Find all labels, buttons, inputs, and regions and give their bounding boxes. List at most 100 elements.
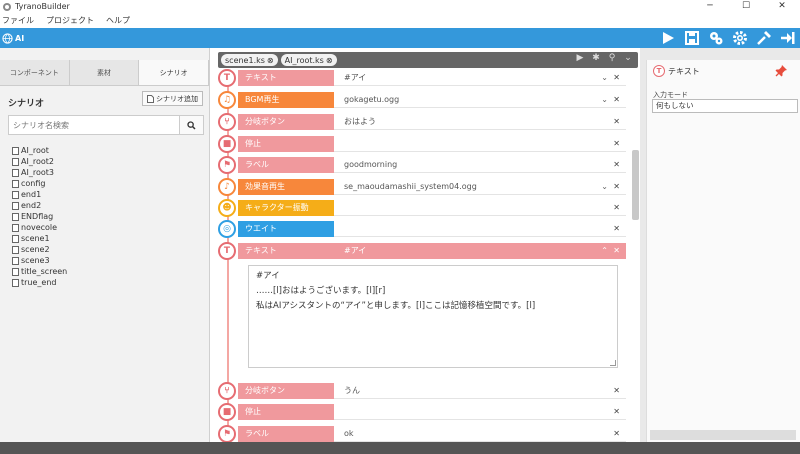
component-value[interactable]: #アイ [334,243,626,259]
component-row-stop[interactable]: ■ 停止 ✕ [218,403,626,421]
file-item[interactable]: AI_root2 [12,156,67,167]
file-name: AI_root3 [21,168,54,177]
menu-file[interactable]: ファイル [2,15,34,26]
component-value[interactable] [334,136,626,152]
input-mode-select[interactable]: 何もしない [652,99,798,113]
component-value[interactable]: おはよう [334,114,626,130]
component-value[interactable] [334,221,626,237]
delete-icon[interactable]: ✕ [613,136,620,152]
tab-components[interactable]: コンポーネント [0,60,70,85]
search-icon[interactable]: ⚲ [606,53,618,63]
maximize-button[interactable]: ☐ [728,0,764,13]
component-value[interactable]: ok [334,426,626,442]
component-value[interactable] [334,404,626,420]
file-icon [12,234,19,243]
close-tab-icon[interactable]: ⊗ [326,56,333,65]
resize-handle[interactable] [610,360,616,366]
file-item[interactable]: end1 [12,189,67,200]
component-row-character-shake[interactable]: ☻ キャラクター振動 ✕ [218,199,626,217]
file-name: AI_root [21,146,49,155]
app-icon [3,2,11,11]
delete-icon[interactable]: ✕ [613,92,620,108]
chevron-down-icon[interactable]: ⌄ [601,92,608,108]
file-item[interactable]: true_end [12,277,67,288]
build-tools-icon[interactable] [756,30,772,46]
wait-icon: ◎ [218,220,236,238]
component-value[interactable]: se_maoudamashii_system04.ogg [334,179,626,195]
text-editor-area[interactable]: #アイ ……[l]おはようございます。[l][r] 私はAIアシスタントの“アイ… [248,265,618,368]
component-row-text[interactable]: T テキスト #アイ ⌄ ✕ [218,69,626,87]
play-icon[interactable] [660,30,676,46]
component-row-branch[interactable]: ⑂ 分岐ボタン おはよう ✕ [218,113,626,131]
delete-icon[interactable]: ✕ [613,404,620,420]
component-row-bgm[interactable]: ♫ BGM再生 gokagetu.ogg ⌄ ✕ [218,91,626,109]
delete-icon[interactable]: ✕ [613,426,620,442]
minimize-button[interactable]: ─ [692,0,728,13]
chevron-down-icon[interactable]: ⌄ [601,179,608,195]
globe-icon [2,32,13,44]
chevron-down-icon[interactable]: ⌄ [622,53,634,63]
file-item[interactable]: scene3 [12,255,67,266]
debug-bug-icon[interactable]: ✱ [590,53,602,63]
delete-icon[interactable]: ✕ [613,179,620,195]
component-row-text-expanded[interactable]: T テキスト #アイ ⌃ ✕ [218,242,626,260]
pin-icon[interactable] [775,64,788,77]
component-row-label[interactable]: ⚑ ラベル ok ✕ [218,425,626,443]
editor-scrollbar[interactable] [632,150,639,220]
file-tab-ai-root[interactable]: AI_root.ks ⊗ [280,54,337,66]
file-item[interactable]: scene1 [12,233,67,244]
file-item[interactable]: AI_root [12,145,67,156]
file-item[interactable]: scene2 [12,244,67,255]
scenario-search-input[interactable] [8,115,180,135]
delete-icon[interactable]: ✕ [613,200,620,216]
delete-icon[interactable]: ✕ [613,243,620,259]
file-tab-scene1[interactable]: scene1.ks ⊗ [221,54,278,66]
add-scenario-button[interactable]: シナリオ追加 [142,91,203,106]
play-scene-icon[interactable]: ▶ [574,53,586,63]
menu-project[interactable]: プロジェクト [46,15,94,26]
delete-icon[interactable]: ✕ [613,221,620,237]
delete-icon[interactable]: ✕ [613,114,620,130]
search-button[interactable] [180,115,204,135]
component-value[interactable]: #アイ [334,70,626,86]
properties-scrollbar[interactable] [650,430,796,440]
component-value[interactable]: うん [334,383,626,399]
close-button[interactable]: ✕ [764,0,800,13]
delete-icon[interactable]: ✕ [613,70,620,86]
left-tabs: コンポーネント 素材 シナリオ [0,60,210,86]
file-item[interactable]: ENDflag [12,211,67,222]
component-value[interactable] [334,200,626,216]
gear-icon[interactable] [732,30,748,46]
flag-icon: ⚑ [218,425,236,443]
menu-help[interactable]: ヘルプ [106,15,130,26]
properties-panel: T テキスト 入力モード 何もしない [646,60,800,454]
delete-icon[interactable]: ✕ [613,157,620,173]
project-settings-icon[interactable] [708,30,724,46]
component-row-stop[interactable]: ■ 停止 ✕ [218,135,626,153]
chevron-up-icon[interactable]: ⌃ [601,243,608,259]
tab-scenario[interactable]: シナリオ [139,60,210,85]
file-item[interactable]: novecole [12,222,67,233]
file-item[interactable]: end2 [12,200,67,211]
window-title: TyranoBuilder [15,2,70,11]
file-icon [12,267,19,276]
export-icon[interactable] [780,30,796,46]
chevron-down-icon[interactable]: ⌄ [601,70,608,86]
file-item[interactable]: title_screen [12,266,67,277]
component-row-sfx[interactable]: ♪ 効果音再生 se_maoudamashii_system04.ogg ⌄ ✕ [218,178,626,196]
file-item[interactable]: config [12,178,67,189]
tab-materials[interactable]: 素材 [69,60,140,85]
scenario-section-label: シナリオ [8,99,45,109]
component-value[interactable]: goodmorning [334,157,626,173]
sound-effect-icon: ♪ [218,178,236,196]
close-tab-icon[interactable]: ⊗ [267,56,274,65]
component-row-wait[interactable]: ◎ ウエイト ✕ [218,220,626,238]
delete-icon[interactable]: ✕ [613,383,620,399]
file-item[interactable]: AI_root3 [12,167,67,178]
component-row-branch[interactable]: ⑂ 分岐ボタン うん ✕ [218,382,626,400]
component-value[interactable]: gokagetu.ogg [334,92,626,108]
component-row-label[interactable]: ⚑ ラベル goodmorning ✕ [218,156,626,174]
text-icon: T [218,69,236,87]
save-icon[interactable] [684,30,700,46]
file-name: title_screen [21,267,68,276]
